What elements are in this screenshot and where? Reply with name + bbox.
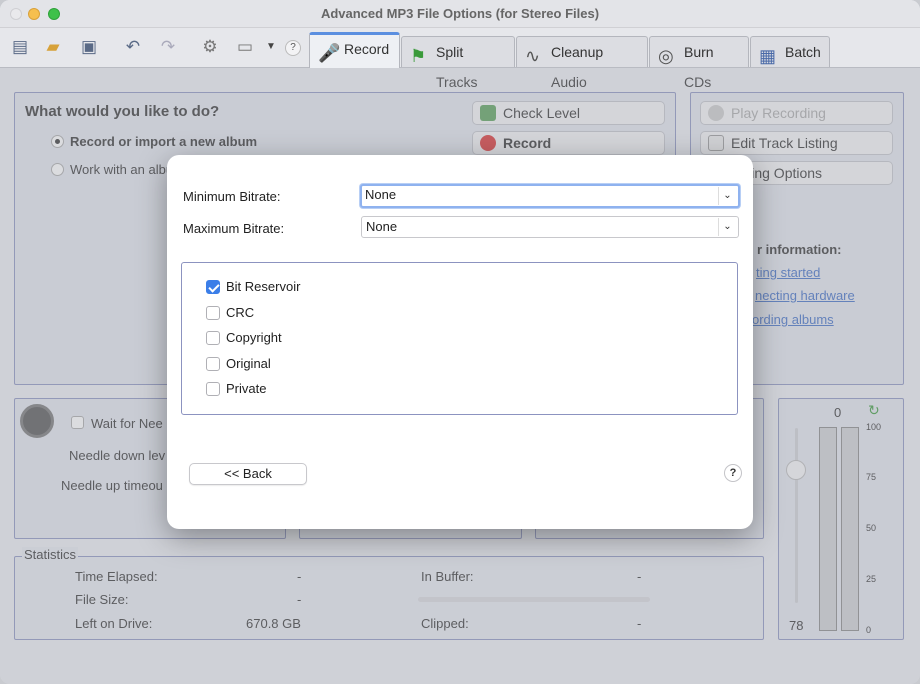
chevron-down-icon[interactable]: ▼ (260, 36, 282, 58)
tab-batch-label: Batch (785, 44, 821, 60)
disc-icon: ◎ (658, 46, 674, 66)
window-title: Advanced MP3 File Options (for Stereo Fi… (320, 6, 600, 21)
crc-checkbox[interactable] (206, 306, 220, 320)
new-project-icon[interactable]: ▤ (9, 36, 31, 58)
min-bitrate-label: Minimum Bitrate: (183, 189, 281, 204)
folder-menu-icon[interactable]: ▭ (234, 36, 256, 58)
batch-icon: ▦ (759, 46, 777, 66)
help-icon[interactable]: ? (285, 40, 301, 56)
original-checkbox[interactable] (206, 357, 220, 371)
tab-batch[interactable]: ▦ Batch (750, 36, 830, 67)
title-bar: Advanced MP3 File Options (for Stereo Fi… (0, 0, 920, 28)
app-window: Advanced MP3 File Options (for Stereo Fi… (0, 0, 920, 684)
waveform-icon: ∿ (525, 46, 541, 66)
tab-cleanup-audio[interactable]: ∿ Cleanup Audio (516, 36, 648, 90)
tab-record[interactable]: 🎤 Record (309, 32, 400, 68)
bit-reservoir-label: Bit Reservoir (226, 279, 301, 294)
chevron-down-icon: ⌄ (718, 218, 736, 236)
save-icon[interactable]: ▣ (78, 36, 100, 58)
tab-record-label: Record (344, 41, 390, 57)
max-bitrate-label: Maximum Bitrate: (183, 221, 285, 236)
open-folder-icon[interactable]: ▰ (42, 36, 64, 58)
copyright-checkbox[interactable] (206, 331, 220, 345)
advanced-mp3-options-dialog: Minimum Bitrate: None ⌄ Maximum Bitrate:… (167, 155, 753, 529)
help-button[interactable]: ? (724, 464, 742, 482)
flags-icon: ⚑ (410, 46, 427, 66)
max-bitrate-select[interactable]: None ⌄ (361, 216, 739, 238)
tab-burn-cds[interactable]: ◎ Burn CDs (649, 36, 749, 90)
max-bitrate-value: None (366, 219, 398, 234)
mp3-flags-group: Bit Reservoir CRC Copyright Original Pri… (181, 262, 738, 415)
copyright-label: Copyright (226, 330, 282, 345)
min-bitrate-select[interactable]: None ⌄ (360, 184, 740, 208)
min-bitrate-value: None (365, 187, 397, 202)
bit-reservoir-checkbox[interactable] (206, 280, 220, 294)
original-label: Original (226, 356, 271, 371)
tab-split-tracks[interactable]: ⚑ Split Tracks (401, 36, 515, 90)
crc-label: CRC (226, 305, 255, 320)
redo-icon[interactable]: ↷ (157, 36, 179, 58)
microphone-icon: 🎤 (318, 43, 341, 63)
private-label: Private (226, 381, 267, 396)
private-checkbox[interactable] (206, 382, 220, 396)
toolbar: ▤ ▰ ▣ ↶ ↷ ⚙ ▭ ▼ ? 🎤 Record ⚑ Split Track… (0, 28, 920, 90)
undo-icon[interactable]: ↶ (122, 36, 144, 58)
back-button[interactable]: << Back (189, 463, 307, 485)
chevron-down-icon: ⌄ (718, 187, 736, 205)
gear-icon[interactable]: ⚙ (199, 36, 221, 58)
